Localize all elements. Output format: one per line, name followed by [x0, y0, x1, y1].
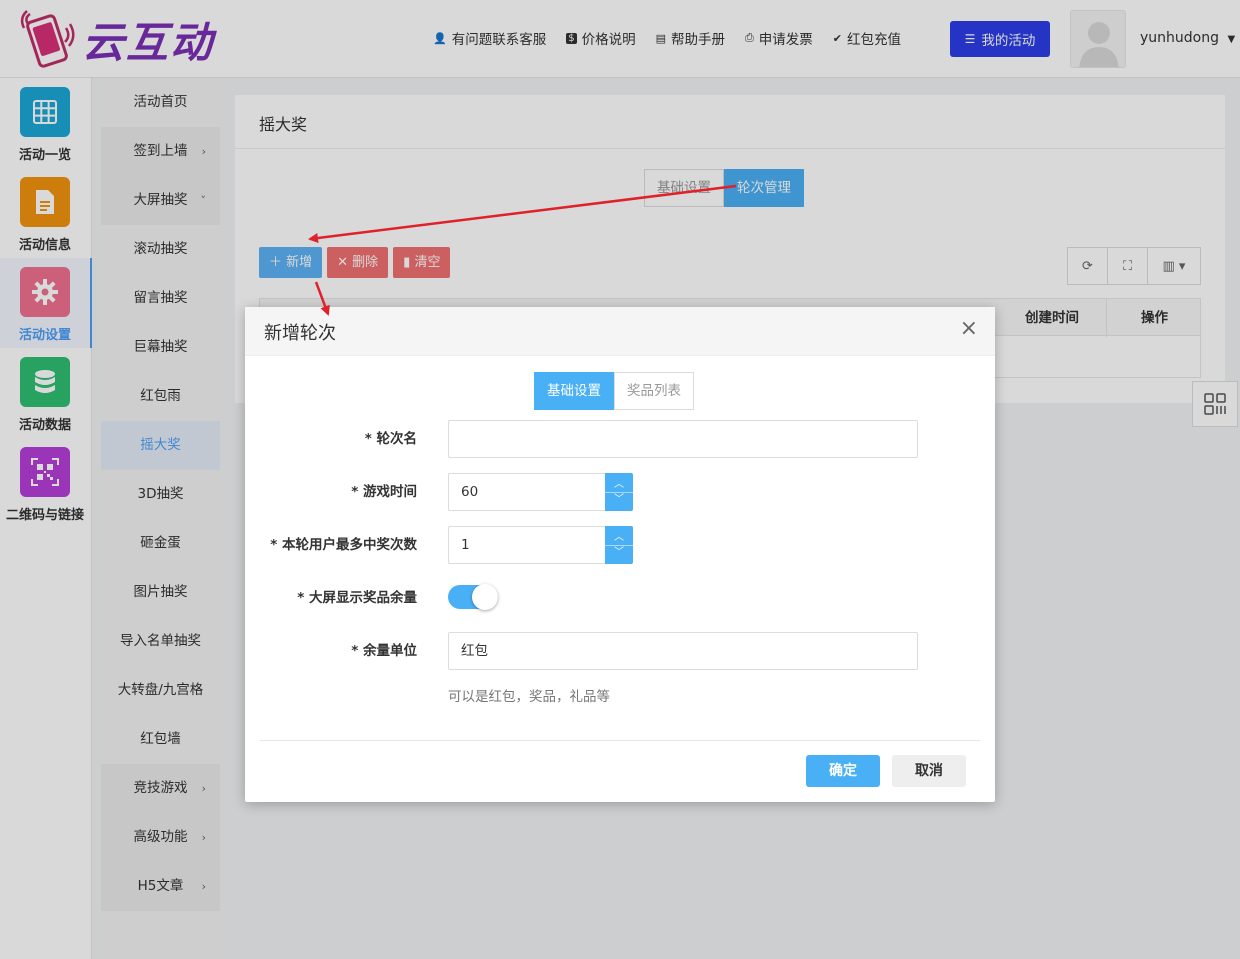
form-row-show-remaining: * 大屏显示奖品余量	[245, 579, 995, 617]
cancel-button[interactable]: 取消	[892, 755, 966, 787]
form-row-max-wins: * 本轮用户最多中奖次数 1 ︿ ﹀	[245, 526, 995, 564]
round-name-input[interactable]	[448, 420, 918, 458]
form-row-round-name: * 轮次名	[245, 420, 995, 458]
confirm-button[interactable]: 确定	[806, 755, 880, 787]
dialog-tabs: 基础设置 奖品列表	[534, 372, 694, 410]
unit-input[interactable]: 红包	[448, 632, 918, 670]
field-label: * 大屏显示奖品余量	[297, 590, 417, 606]
game-time-stepper[interactable]: ︿ ﹀	[605, 473, 633, 511]
chevron-up-icon[interactable]: ︿	[614, 478, 624, 492]
show-remaining-toggle[interactable]	[448, 584, 498, 610]
game-time-input[interactable]: 60	[448, 473, 608, 511]
field-label: * 本轮用户最多中奖次数	[270, 537, 417, 553]
add-round-dialog: 新增轮次 × 基础设置 奖品列表 * 轮次名 * 游戏时间 60 ︿ ﹀ * 本…	[245, 307, 995, 802]
chevron-up-icon[interactable]: ︿	[614, 531, 624, 545]
field-label: * 轮次名	[364, 431, 417, 447]
field-label: * 余量单位	[351, 643, 417, 659]
max-wins-stepper[interactable]: ︿ ﹀	[605, 526, 633, 564]
divider	[260, 740, 980, 741]
tab-basic-settings[interactable]: 基础设置	[534, 372, 614, 410]
dialog-title: 新增轮次	[264, 323, 336, 344]
chevron-down-icon[interactable]: ﹀	[614, 493, 624, 507]
max-wins-input[interactable]: 1	[448, 526, 608, 564]
field-label: * 游戏时间	[351, 484, 417, 500]
form-row-unit: * 余量单位 红包	[245, 632, 995, 670]
tab-prize-list[interactable]: 奖品列表	[614, 372, 694, 410]
unit-hint: 可以是红包，奖品，礼品等	[448, 689, 610, 705]
dialog-header: 新增轮次 ×	[245, 307, 995, 356]
close-icon[interactable]: ×	[960, 318, 978, 340]
toggle-knob	[472, 584, 498, 610]
chevron-down-icon[interactable]: ﹀	[614, 546, 624, 560]
form-row-game-time: * 游戏时间 60 ︿ ﹀	[245, 473, 995, 511]
